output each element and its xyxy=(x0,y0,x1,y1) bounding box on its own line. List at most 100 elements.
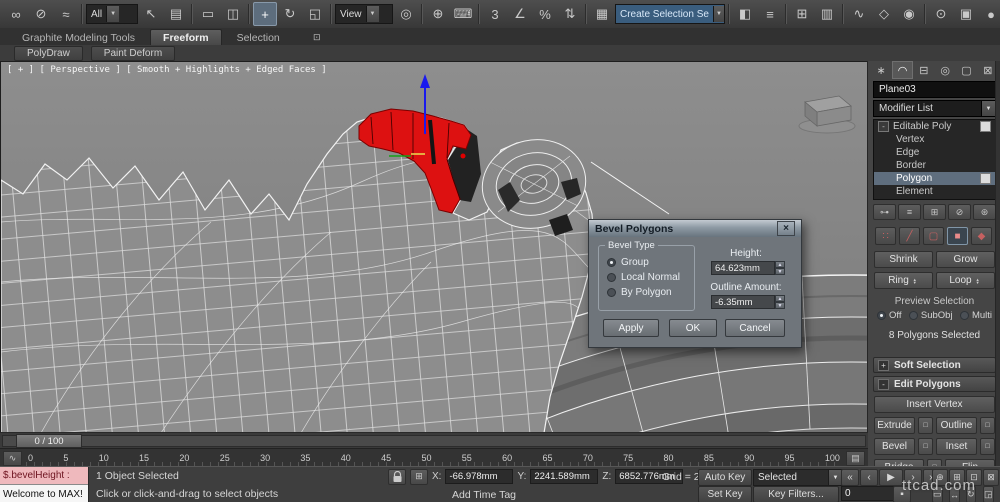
vertex-subobject-icon[interactable]: ∷ xyxy=(875,227,896,245)
spinner-down-icon[interactable]: ▼ xyxy=(911,280,919,284)
object-name-field[interactable]: Plane03 xyxy=(873,81,996,98)
polygon-subobject-icon[interactable]: ■ xyxy=(947,227,968,245)
selection-lock-icon[interactable] xyxy=(388,468,406,485)
ok-button[interactable]: OK xyxy=(669,319,717,337)
time-slider[interactable]: 0 / 100 xyxy=(0,432,868,449)
track-bar[interactable]: ∿ 0 5 10 15 20 25 30 35 40 45 50 55 60 65 70 75 80 85 90 95… xyxy=(0,448,868,467)
use-pivot-center-icon[interactable]: ◎ xyxy=(394,2,418,26)
border-subobject-icon[interactable]: ▢ xyxy=(923,227,944,245)
render-setup-icon[interactable]: ⊙ xyxy=(929,2,953,26)
spinner-up-icon[interactable]: ▲ xyxy=(775,295,785,302)
make-unique-icon[interactable]: ⊞ xyxy=(923,204,946,220)
collapse-icon[interactable]: - xyxy=(878,121,889,132)
key-filters-button[interactable]: Key Filters... xyxy=(753,486,839,502)
preview-subobj-option[interactable]: SubObj xyxy=(908,310,953,321)
select-and-move-icon[interactable]: + xyxy=(253,2,277,26)
expand-icon[interactable]: + xyxy=(878,359,889,371)
spinner-down-icon[interactable]: ▼ xyxy=(775,268,785,275)
element-subobject-icon[interactable]: ◆ xyxy=(971,227,992,245)
tab-freeform[interactable]: Freeform xyxy=(150,29,222,45)
soft-selection-rollout[interactable]: + Soft Selection xyxy=(873,357,996,373)
select-object-icon[interactable]: ↖ xyxy=(139,2,163,26)
spinner-snap-icon[interactable]: ⇅ xyxy=(558,2,582,26)
loop-spinner[interactable]: ▲ ▼ xyxy=(974,277,982,284)
add-time-tag[interactable]: Add Time Tag xyxy=(452,489,516,501)
preview-subobj-radio[interactable] xyxy=(908,311,918,320)
height-value[interactable]: 64.623mm xyxy=(711,261,775,275)
spinner-down-icon[interactable]: ▼ xyxy=(775,302,785,309)
previous-frame-icon[interactable]: ‹ xyxy=(860,469,878,486)
select-and-rotate-icon[interactable]: ↻ xyxy=(278,2,302,26)
reference-coord-dropdown[interactable]: View ▼ xyxy=(335,4,393,24)
spinner-up-icon[interactable]: ▲ xyxy=(775,261,785,268)
panel-scrollbar[interactable] xyxy=(995,61,1000,466)
preview-off-radio[interactable] xyxy=(877,311,886,320)
bridge-settings-icon[interactable]: □ xyxy=(927,459,942,466)
edit-polygons-rollout[interactable]: - Edit Polygons xyxy=(873,376,996,392)
macro-recorder-line[interactable]: $.bevelHeight : xyxy=(0,467,88,485)
preview-off-option[interactable]: Off xyxy=(877,310,902,321)
edge-subobject-icon[interactable]: ╱ xyxy=(899,227,920,245)
stack-item-edge[interactable]: Edge xyxy=(874,146,995,159)
bridge-button[interactable]: Bridge xyxy=(874,459,924,466)
hierarchy-tab-icon[interactable]: ⊟ xyxy=(914,61,934,79)
current-frame-field[interactable]: 0 xyxy=(841,486,897,501)
collapse-icon[interactable]: - xyxy=(878,378,889,390)
dialog-titlebar[interactable]: Bevel Polygons × xyxy=(589,220,801,237)
bevel-settings-icon[interactable]: □ xyxy=(918,438,933,455)
tab-graphite-modeling-tools[interactable]: Graphite Modeling Tools xyxy=(10,30,147,45)
outline-amount-value[interactable]: -6.35mm xyxy=(711,295,775,309)
graphite-ribbon-toggle-icon[interactable]: ▥ xyxy=(815,2,839,26)
display-tab-icon[interactable]: ▢ xyxy=(956,61,976,79)
extrude-settings-icon[interactable]: □ xyxy=(918,417,933,434)
inset-button[interactable]: Inset xyxy=(936,438,977,455)
play-icon[interactable]: ▶ xyxy=(879,469,903,486)
preview-multi-radio[interactable] xyxy=(959,311,969,320)
stack-item-polygon[interactable]: Polygon xyxy=(874,172,995,185)
height-spinner[interactable]: 64.623mm ▲ ▼ xyxy=(711,261,785,275)
shrink-button[interactable]: Shrink xyxy=(874,251,933,268)
unlink-selection-icon[interactable]: ⊘ xyxy=(29,2,53,26)
selection-region-icon[interactable]: ▭ xyxy=(196,2,220,26)
apply-button[interactable]: Apply xyxy=(603,319,659,337)
mirror-icon[interactable]: ◧ xyxy=(733,2,757,26)
polydraw-panel-button[interactable]: PolyDraw xyxy=(14,45,83,61)
stack-item-editable-poly[interactable]: - Editable Poly xyxy=(874,120,995,133)
listener-line[interactable]: Welcome to MAX! xyxy=(0,485,88,502)
paint-deform-panel-button[interactable]: Paint Deform xyxy=(90,45,176,61)
ring-spinner[interactable]: ▲ ▼ xyxy=(911,277,919,284)
align-icon[interactable]: ≡ xyxy=(758,2,782,26)
select-by-name-icon[interactable]: ▤ xyxy=(164,2,188,26)
outline-amount-spinner[interactable]: -6.35mm ▲ ▼ xyxy=(711,295,785,309)
selection-filter-dropdown[interactable]: All ▼ xyxy=(86,4,138,24)
local-normal-radio[interactable] xyxy=(607,273,616,282)
by-polygon-radio[interactable] xyxy=(607,288,616,297)
y-coordinate-field[interactable]: 2241.589mm xyxy=(530,469,599,484)
render-production-icon[interactable]: ● xyxy=(979,2,1000,26)
outline-button[interactable]: Outline xyxy=(936,417,977,434)
go-to-start-icon[interactable]: « xyxy=(841,469,859,486)
cancel-button[interactable]: Cancel xyxy=(725,319,785,337)
grow-button[interactable]: Grow xyxy=(936,251,995,268)
motion-tab-icon[interactable]: ◎ xyxy=(935,61,955,79)
absolute-mode-icon[interactable]: ⊞ xyxy=(410,468,428,485)
curve-editor-icon[interactable]: ∿ xyxy=(847,2,871,26)
edit-named-selection-sets-icon[interactable]: ▦ xyxy=(590,2,614,26)
rendered-frame-window-icon[interactable]: ▣ xyxy=(954,2,978,26)
loop-button[interactable]: Loop ▲ ▼ xyxy=(936,272,995,289)
time-slider-track[interactable] xyxy=(2,435,866,447)
maximize-viewport-icon[interactable]: ◲ xyxy=(983,486,994,502)
ring-button[interactable]: Ring ▲ ▼ xyxy=(874,272,933,289)
insert-vertex-button[interactable]: Insert Vertex xyxy=(874,396,995,413)
select-and-manipulate-icon[interactable]: ⊕ xyxy=(426,2,450,26)
remove-modifier-icon[interactable]: ⊘ xyxy=(948,204,971,220)
zoom-extents-all-icon[interactable]: ⊠ xyxy=(983,469,999,486)
named-selection-sets-dropdown[interactable]: Create Selection Se ▼ xyxy=(615,4,725,24)
viewport-label[interactable]: [ + ] [ Perspective ] [ Smooth + Highlig… xyxy=(7,65,327,75)
ribbon-options-icon[interactable]: ⊡ xyxy=(309,31,325,43)
schematic-view-icon[interactable]: ◇ xyxy=(872,2,896,26)
material-editor-icon[interactable]: ◉ xyxy=(897,2,921,26)
window-crossing-icon[interactable]: ◫ xyxy=(221,2,245,26)
key-set-dropdown[interactable]: Selected ▼ xyxy=(753,469,843,486)
configure-modifier-sets-icon[interactable]: ⊛ xyxy=(973,204,996,220)
